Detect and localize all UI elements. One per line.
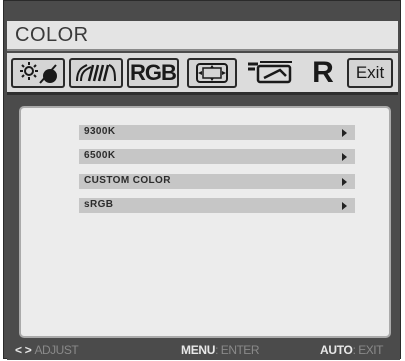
image-tuning-icon [76,64,116,82]
tab-image-tuning[interactable] [69,58,123,88]
menu-item-srgb[interactable]: sRGB [79,198,355,213]
adjust-action: ADJUST [34,343,79,357]
menu-item-label: sRGB [84,199,114,210]
rgb-icon: RGB [130,60,177,85]
osd-setup-icon [248,61,292,84]
chevron-right-icon [342,129,347,137]
auto-hint: AUTO: EXIT [320,343,383,357]
chevron-right-icon [342,153,347,161]
tab-position[interactable] [187,58,237,88]
exit-icon: Exit [355,63,385,82]
screen-position-icon [196,63,228,83]
menu-item-6500k[interactable]: 6500K [79,149,355,164]
adjust-hint: < > ADJUST [15,343,79,357]
tab-reset[interactable]: R [303,56,343,89]
menu-item-custom-color[interactable]: CUSTOM COLOR [79,174,355,189]
tab-exit[interactable]: Exit [347,58,393,88]
key-hint-bar: < > ADJUST MENU: ENTER AUTO: EXIT [7,342,400,360]
brightness-contrast-icon [20,62,57,84]
menu-hint: MENU: ENTER [181,343,259,357]
menu-item-label: CUSTOM COLOR [84,175,171,186]
reset-icon: R [312,56,334,89]
menu-item-label: 6500K [84,150,116,161]
auto-key: AUTO [320,343,353,357]
tab-brightness-contrast[interactable] [11,58,65,88]
color-menu-panel: 9300K 6500K CUSTOM COLOR sRGB [19,106,391,338]
tab-osd-settings[interactable] [243,58,299,88]
menu-key: MENU [181,343,216,357]
menu-item-label: 9300K [84,126,116,137]
chevron-right-icon [342,178,347,186]
chevron-right-icon [342,202,347,210]
osd-window: COLOR RGB R Exit 9300K 6500K CUSTOM COLO… [3,0,401,360]
adjust-keys: < > [15,343,32,357]
title-bar: COLOR [7,21,398,51]
auto-action: : EXIT [352,343,384,357]
tab-bar: RGB R Exit [7,53,398,95]
page-title: COLOR [15,24,89,46]
menu-item-9300k[interactable]: 9300K [79,125,355,140]
menu-action: : ENTER [215,343,259,357]
tab-rgb[interactable]: RGB [127,58,179,88]
